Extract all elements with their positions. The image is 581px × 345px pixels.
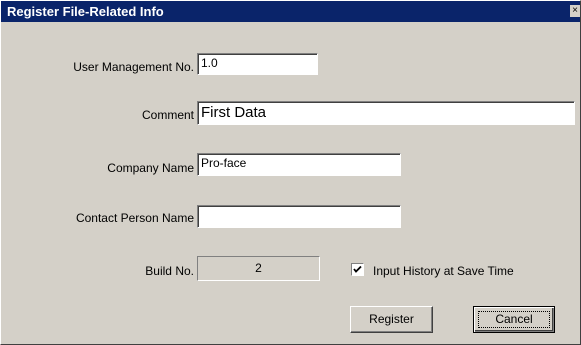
focus-rectangle	[478, 311, 550, 328]
register-button[interactable]: Register	[350, 306, 433, 333]
close-icon[interactable]: ×	[570, 5, 580, 17]
user-management-no-label: User Management No.	[73, 60, 194, 74]
build-no-label: Build No.	[145, 264, 194, 278]
input-history-label: Input History at Save Time	[373, 264, 514, 278]
user-management-no-input[interactable]: 1.0	[197, 53, 318, 75]
company-name-label: Company Name	[107, 161, 194, 175]
input-history-checkbox[interactable]	[351, 263, 364, 276]
contact-person-name-label: Contact Person Name	[75, 211, 194, 225]
contact-person-name-input[interactable]	[197, 205, 401, 228]
register-file-info-dialog: Register File-Related Info × User Manage…	[0, 0, 581, 345]
title-bar: Register File-Related Info ×	[1, 1, 580, 22]
build-no-value: 2	[197, 256, 320, 281]
comment-input[interactable]: First Data	[197, 101, 575, 125]
comment-label: Comment	[141, 108, 194, 122]
cancel-button[interactable]: Cancel	[473, 306, 555, 333]
window-title: Register File-Related Info	[7, 4, 164, 19]
company-name-input[interactable]: Pro-face	[197, 153, 401, 176]
checkmark-icon	[353, 265, 362, 273]
